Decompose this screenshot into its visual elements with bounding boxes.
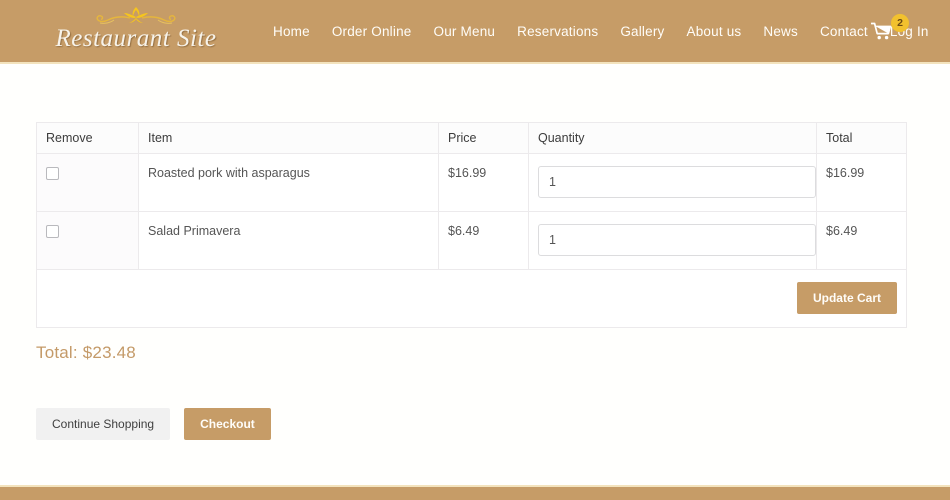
- cell-table-actions: Update Cart: [36, 269, 907, 328]
- column-header-item: Item: [138, 122, 439, 154]
- nav-item-reservations[interactable]: Reservations: [506, 0, 609, 64]
- cart-badge-count: 2: [891, 14, 909, 32]
- site-logo[interactable]: Restaurant Site: [36, 5, 236, 59]
- column-header-total: Total: [816, 122, 907, 154]
- shopping-cart-icon: [871, 22, 892, 40]
- site-header: Restaurant Site Home Order Online Our Me…: [0, 0, 950, 64]
- cart-total-label: Total: $23.48: [36, 343, 136, 362]
- table-actions-row: Update Cart: [36, 269, 907, 328]
- nav-item-our-menu[interactable]: Our Menu: [423, 0, 507, 64]
- floral-flourish-icon: [96, 7, 176, 24]
- quantity-input[interactable]: [538, 166, 816, 198]
- nav-item-home[interactable]: Home: [262, 0, 321, 64]
- page-content: Remove Item Price Quantity Total Roasted…: [0, 66, 950, 485]
- cell-item-total: $6.49: [816, 211, 907, 270]
- cell-item-name: Salad Primavera: [138, 211, 439, 270]
- cell-quantity: [528, 211, 817, 270]
- nav-item-news[interactable]: News: [752, 0, 809, 64]
- remove-checkbox[interactable]: [46, 225, 59, 238]
- cell-item-name: Roasted pork with asparagus: [138, 153, 439, 212]
- table-row: Salad Primavera $6.49 $6.49: [36, 211, 907, 270]
- quantity-input[interactable]: [538, 224, 816, 256]
- continue-shopping-button[interactable]: Continue Shopping: [36, 408, 171, 440]
- cell-item-price: $6.49: [438, 211, 529, 270]
- column-header-price: Price: [438, 122, 529, 154]
- table-header-row: Remove Item Price Quantity Total: [36, 122, 907, 154]
- cart-table: Remove Item Price Quantity Total Roasted…: [36, 122, 907, 328]
- main-navigation: Home Order Online Our Menu Reservations …: [262, 0, 940, 64]
- column-header-quantity: Quantity: [528, 122, 817, 154]
- table-row: Roasted pork with asparagus $16.99 $16.9…: [36, 153, 907, 212]
- cart-table-header: Remove Item Price Quantity Total: [36, 122, 907, 154]
- column-header-remove: Remove: [36, 122, 139, 154]
- cart-widget[interactable]: 2: [866, 14, 910, 50]
- cell-item-total: $16.99: [816, 153, 907, 212]
- nav-item-gallery[interactable]: Gallery: [609, 0, 675, 64]
- update-cart-button[interactable]: Update Cart: [796, 282, 897, 314]
- site-logo-text: Restaurant Site: [55, 25, 217, 52]
- remove-checkbox[interactable]: [46, 167, 59, 180]
- nav-item-order-online[interactable]: Order Online: [321, 0, 423, 64]
- cart-footer-actions: Continue Shopping Checkout: [36, 408, 271, 440]
- nav-item-about-us[interactable]: About us: [675, 0, 752, 64]
- cart-table-body: Roasted pork with asparagus $16.99 $16.9…: [36, 153, 907, 328]
- cell-remove: [36, 211, 139, 270]
- cell-item-price: $16.99: [438, 153, 529, 212]
- cell-remove: [36, 153, 139, 212]
- site-footer: [0, 485, 950, 500]
- checkout-button[interactable]: Checkout: [184, 408, 271, 440]
- cell-quantity: [528, 153, 817, 212]
